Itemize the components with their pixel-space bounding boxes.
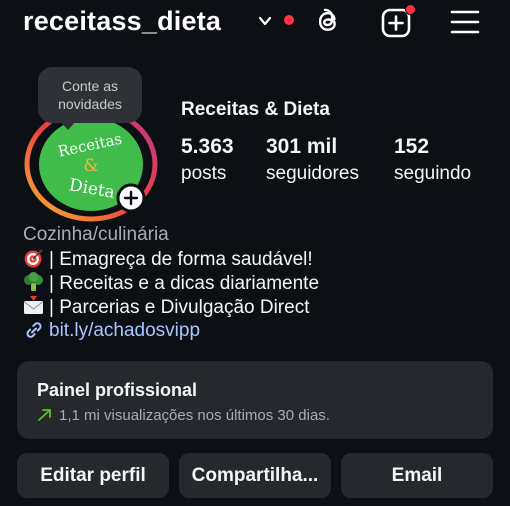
svg-text:Dieta: Dieta [67,175,116,203]
email-button[interactable]: Email [341,453,493,498]
bio-line-3-text: | Parcerias e Divulgação Direct [49,297,310,318]
professional-dashboard-card[interactable]: Painel profissional 1,1 mi visualizações… [17,361,493,439]
bio-link-text: bit.ly/achadosvipp [49,320,201,341]
chevron-down-icon[interactable] [258,14,272,28]
bio-line-2-text: | Receitas e a dicas diariamente [49,273,320,294]
professional-dashboard-subtitle: 1,1 mi visualizações nos últimos 30 dias… [37,407,330,424]
threads-icon[interactable] [313,6,343,36]
target-emoji-icon [24,249,43,268]
stat-followers-value: 301 mil [266,135,338,158]
views-summary-text: 1,1 mi visualizações nos últimos 30 dias… [59,407,330,424]
create-notification-dot [405,4,416,15]
add-story-plus-icon[interactable] [116,183,146,213]
hamburger-menu-icon[interactable] [450,8,480,36]
professional-dashboard-title: Painel profissional [37,380,198,400]
edit-profile-button[interactable]: Editar perfil [17,453,169,498]
note-line-2: novidades [58,96,122,112]
note-line-1: Conte as [61,78,119,94]
stat-followers-label: seguidores [266,163,359,184]
bio-line-3: | Parcerias e Divulgação Direct [23,296,309,319]
envelope-emoji-icon [24,296,43,314]
stat-posts[interactable]: 5.363 posts [181,134,234,188]
bio-line-1: | Emagreça de forma saudável! [23,248,313,271]
stat-followers[interactable]: 301 mil seguidores [266,134,359,188]
svg-text:&: & [83,156,98,176]
stat-following-label: seguindo [394,163,472,184]
display-name: Receitas & Dieta [181,99,330,120]
note-bubble-text: Conte as novidades [38,77,142,113]
stat-following[interactable]: 152 seguindo [394,134,471,188]
stat-following-value: 152 [394,135,430,158]
profile-category: Cozinha/culinária [23,224,169,245]
stat-posts-label: posts [181,163,227,184]
bio-line-1-text: | Emagreça de forma saudável! [49,249,313,270]
note-bubble-tail [60,121,76,130]
trending-up-arrow-icon [38,409,51,421]
account-username[interactable]: receitass_dieta [23,6,221,37]
stat-posts-value: 5.363 [181,135,234,158]
top-bar: receitass_dieta [0,0,510,46]
bio-line-2: | Receitas e a dicas diariamente [23,272,319,295]
share-profile-button[interactable]: Compartilha... [179,453,331,498]
bio-link[interactable]: bit.ly/achadosvipp [23,320,200,342]
note-bubble[interactable]: Conte as novidades [38,67,142,123]
broccoli-emoji-icon [24,272,43,291]
link-icon [26,322,42,338]
notification-dot [284,15,294,25]
